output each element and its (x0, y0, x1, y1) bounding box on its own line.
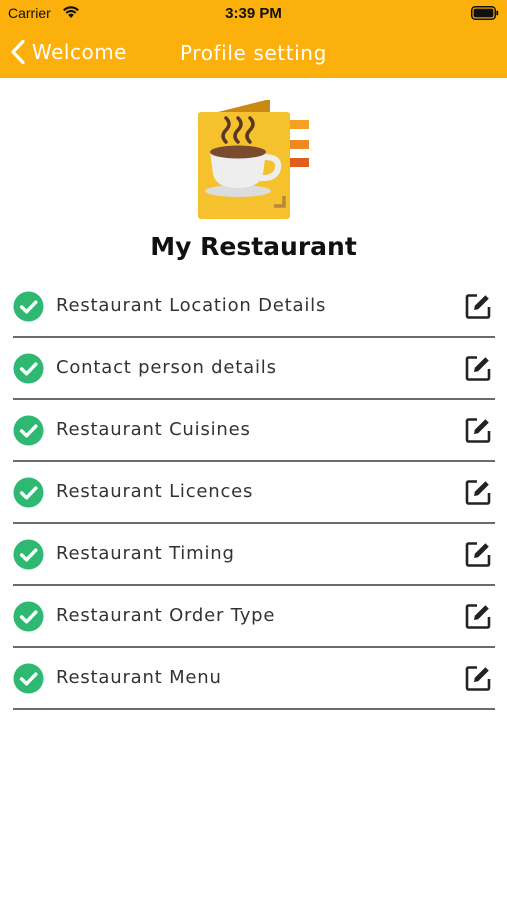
edit-icon[interactable] (464, 354, 492, 382)
check-circle-icon (13, 663, 44, 694)
settings-list-item[interactable]: Restaurant Cuisines (13, 400, 495, 462)
back-button[interactable]: Welcome (10, 36, 127, 68)
edit-icon[interactable] (464, 416, 492, 444)
menu-book-coffee-icon (198, 100, 309, 219)
settings-list-item[interactable]: Restaurant Menu (13, 648, 495, 710)
page-title: Profile setting (180, 41, 327, 65)
settings-list-item[interactable]: Restaurant Timing (13, 524, 495, 586)
status-time: 3:39 PM (225, 5, 282, 22)
settings-item-label: Restaurant Timing (56, 543, 235, 564)
back-button-label: Welcome (32, 40, 127, 64)
check-circle-icon (13, 539, 44, 570)
check-circle-icon (13, 291, 44, 322)
settings-item-label: Contact person details (56, 357, 277, 378)
settings-item-label: Restaurant Cuisines (56, 419, 251, 440)
settings-list-item[interactable]: Restaurant Order Type (13, 586, 495, 648)
edit-icon[interactable] (464, 478, 492, 506)
edit-icon[interactable] (464, 602, 492, 630)
battery-icon (471, 6, 499, 20)
edit-icon[interactable] (464, 540, 492, 568)
app-header: Carrier 3:39 PM Welcome Profile setting (0, 0, 507, 78)
edit-icon[interactable] (464, 664, 492, 692)
check-circle-icon (13, 353, 44, 384)
status-bar: Carrier 3:39 PM (0, 0, 507, 28)
profile-settings-list: Restaurant Location Details Contact pers… (13, 276, 495, 710)
settings-item-label: Restaurant Menu (56, 667, 222, 688)
settings-list-item[interactable]: Restaurant Location Details (13, 276, 495, 338)
check-circle-icon (13, 477, 44, 508)
navigation-bar: Welcome Profile setting (0, 30, 507, 76)
edit-icon[interactable] (464, 292, 492, 320)
check-circle-icon (13, 415, 44, 446)
check-circle-icon (13, 601, 44, 632)
chevron-left-icon (11, 39, 25, 65)
settings-list-item[interactable]: Restaurant Licences (13, 462, 495, 524)
settings-item-label: Restaurant Location Details (56, 295, 327, 316)
settings-item-label: Restaurant Licences (56, 481, 254, 502)
settings-list-item[interactable]: Contact person details (13, 338, 495, 400)
restaurant-name: My Restaurant (150, 232, 357, 261)
settings-item-label: Restaurant Order Type (56, 605, 276, 626)
